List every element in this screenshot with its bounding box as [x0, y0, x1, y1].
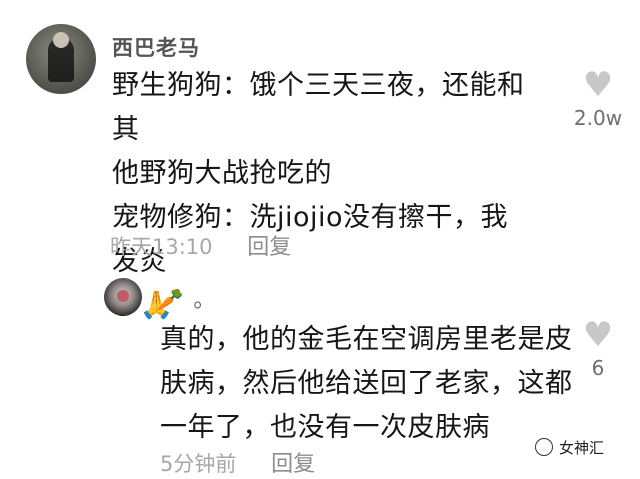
reply-text: 真的，他的金毛在空调房里老是皮 肤病，然后他给送回了老家，这都 一年了，也没有一…: [160, 318, 580, 450]
reply-line: 肤病，然后他给送回了老家，这都: [160, 368, 573, 399]
like-count: 2.0w: [573, 106, 623, 130]
reply-like-count: 6: [591, 356, 605, 380]
avatar-head: [53, 32, 69, 48]
watermark-text: 女神汇: [559, 439, 605, 457]
reply-username-text: 。: [193, 288, 216, 313]
reply-reply-button[interactable]: 回复: [271, 452, 315, 477]
reply-button[interactable]: 回复: [247, 235, 291, 260]
like-button[interactable]: ♥ 2.0w: [568, 68, 628, 130]
watermark: 女神汇: [535, 437, 604, 458]
comment-meta: 昨天13:10 回复: [110, 229, 291, 261]
comment-username[interactable]: 西巴老马: [112, 32, 200, 62]
reply-meta: 5分钟前 回复: [160, 446, 315, 478]
wechat-icon: [535, 438, 553, 456]
comment-time: 昨天13:10: [110, 235, 213, 259]
reply-line: 真的，他的金毛在空调房里老是皮: [160, 324, 573, 355]
comment-line: 他野狗大战抢吃的: [112, 158, 332, 189]
avatar-detail: [117, 290, 129, 302]
reply-avatar[interactable]: [104, 278, 142, 316]
reply-line: 一年了，也没有一次皮肤病: [160, 412, 490, 443]
avatar[interactable]: [26, 24, 96, 94]
heart-icon[interactable]: ♥: [568, 318, 628, 352]
carrot-icon: 🥕: [156, 288, 184, 313]
reply-time: 5分钟前: [160, 452, 237, 476]
reply-like-button[interactable]: ♥ 6: [568, 318, 628, 380]
comment-line: 野生狗狗：饿个三天三夜，还能和其: [112, 70, 525, 145]
reply-username[interactable]: 🥕。: [156, 282, 215, 314]
heart-icon[interactable]: ♥: [568, 68, 628, 102]
